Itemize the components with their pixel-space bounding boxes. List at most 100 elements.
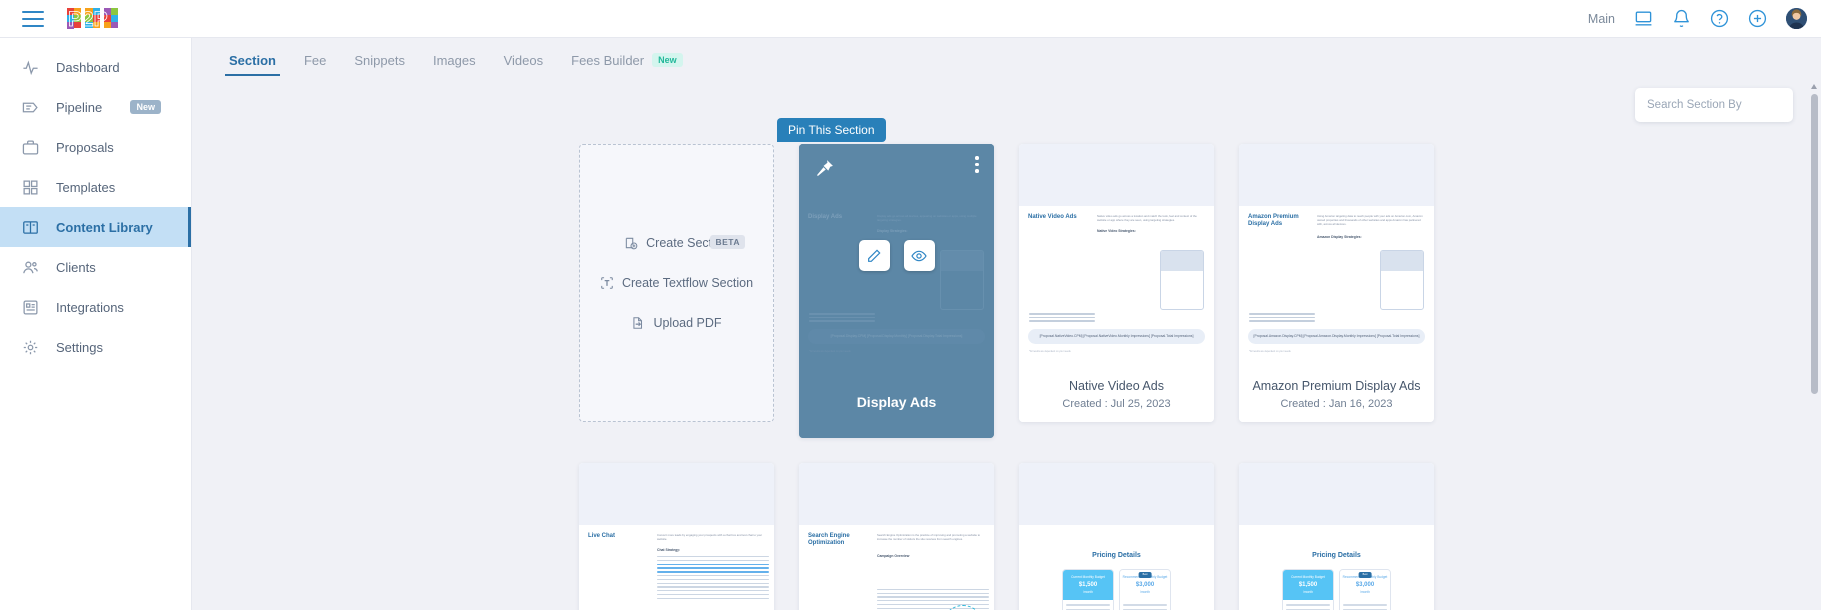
sidebar-item-content-library[interactable]: Content Library — [0, 207, 191, 247]
tab-fee[interactable]: Fee — [290, 53, 340, 76]
pricing-recommended-value: $3,000 — [1135, 581, 1155, 588]
section-card-body[interactable]: Pricing Details Current Monthly Budget $… — [1019, 463, 1214, 610]
section-card-pricing-details-1[interactable]: Pricing Details Current Monthly Budget $… — [1019, 463, 1214, 610]
app-root: P2P Main Dashboard Pipeline New Proposal… — [0, 0, 1821, 610]
pricing-recommended-unit: /month — [1140, 590, 1150, 595]
sidebar-item-pipeline[interactable]: Pipeline New — [0, 87, 191, 127]
thumb-subheading: Chat Strategy: — [657, 548, 681, 553]
thumb-metrics-pill: [Proposal.Amazon.Display.CPM] [Proposal.… — [1248, 329, 1425, 344]
more-options-icon[interactable] — [975, 156, 979, 173]
section-card-body[interactable]: Search Engine Optimization Search Engine… — [799, 463, 994, 610]
bell-icon[interactable] — [1672, 9, 1691, 28]
section-thumbnail: Pricing Details Current Monthly Budget $… — [1239, 463, 1434, 610]
pricing-card-current: Current Monthly Budget $1,500 /month — [1062, 569, 1114, 610]
thumb-note: *All results are dependent on your needs… — [1029, 350, 1072, 353]
sidebar-item-proposals[interactable]: Proposals — [0, 127, 191, 167]
thumb-note: *All results are dependent on your needs… — [1249, 350, 1292, 353]
create-textflow-button[interactable]: Create Textflow Section — [600, 276, 753, 290]
tab-fees-builder[interactable]: Fees Builder New — [557, 52, 697, 76]
thumbnail-header-band — [1019, 463, 1214, 525]
section-card-body[interactable]: Pricing Details Current Monthly Budget $… — [1239, 463, 1434, 610]
thumb-subheading: Campaign Overview — [877, 553, 910, 558]
tab-videos[interactable]: Videos — [490, 53, 558, 76]
sidebar-item-templates[interactable]: Templates — [0, 167, 191, 207]
activity-icon — [22, 59, 39, 76]
sidebar-item-dashboard[interactable]: Dashboard — [0, 47, 191, 87]
section-card-display-ads[interactable]: Pin This Section Display Ads Display ads… — [777, 118, 994, 438]
thumbnail-header-band — [1239, 144, 1434, 206]
thumbnail-header-band — [1239, 463, 1434, 525]
edit-button[interactable] — [858, 240, 890, 271]
section-card-native-video-ads[interactable]: Native Video Ads Native video ads go acr… — [1019, 144, 1214, 438]
sidebar-item-settings[interactable]: Settings — [0, 327, 191, 367]
vertical-scrollbar[interactable] — [1810, 82, 1819, 610]
thumb-bullets — [657, 556, 769, 600]
scroll-up-arrow-icon[interactable] — [1811, 84, 1817, 89]
sidebar-item-label: Dashboard — [56, 59, 120, 75]
beta-badge: BETA — [710, 235, 745, 249]
svg-text:P2P: P2P — [68, 8, 108, 31]
section-card-footer: Native Video Ads Created : Jul 25, 2023 — [1019, 366, 1214, 422]
help-icon[interactable] — [1710, 9, 1729, 28]
plus-icon[interactable] — [1748, 9, 1767, 28]
textflow-icon — [600, 276, 614, 290]
workspace-label[interactable]: Main — [1588, 12, 1615, 26]
pricing-card-recommended: Best Recommended Monthly Budget $3,000 /… — [1339, 569, 1391, 610]
pricing-card-group: Current Monthly Budget $1,500 /month Bes… — [1248, 569, 1425, 610]
tab-section[interactable]: Section — [215, 53, 290, 76]
pricing-current-label: Current Monthly Budget — [1071, 575, 1105, 580]
tab-snippets[interactable]: Snippets — [340, 53, 419, 76]
thumbnail-document: Amazon Premium Display Ads Using Amazon … — [1239, 206, 1434, 366]
upload-pdf-icon — [631, 316, 645, 330]
tab-badge-new: New — [652, 52, 683, 67]
thumbnail-document: Pricing Details Current Monthly Budget $… — [1019, 525, 1214, 610]
thumb-ad-box — [1380, 250, 1424, 310]
section-card-body[interactable]: Amazon Premium Display Ads Using Amazon … — [1239, 144, 1434, 422]
thumb-heading: Native Video Ads — [1028, 214, 1077, 220]
pricing-best-tag: Best — [1138, 572, 1152, 578]
scrollbar-thumb[interactable] — [1811, 94, 1818, 394]
tab-label: Videos — [503, 53, 544, 68]
thumb-subheading: Amazon Display Strategies: — [1317, 234, 1362, 239]
avatar[interactable] — [1786, 8, 1807, 29]
top-bar: P2P Main — [0, 0, 1821, 38]
section-card-body[interactable]: Native Video Ads Native video ads go acr… — [1019, 144, 1214, 422]
pricing-card-group: Current Monthly Budget $1,500 /month Bes… — [1028, 569, 1205, 610]
tab-images[interactable]: Images — [419, 53, 490, 76]
section-card-amazon-premium-display-ads[interactable]: Amazon Premium Display Ads Using Amazon … — [1239, 144, 1434, 438]
book-icon — [22, 219, 39, 236]
pin-icon[interactable] — [815, 158, 835, 178]
monitor-icon[interactable] — [1634, 9, 1653, 28]
hamburger-icon[interactable] — [22, 10, 44, 27]
thumb-heading: Live Chat — [588, 533, 616, 539]
pricing-heading: Pricing Details — [1312, 552, 1361, 559]
tab-label: Images — [432, 53, 476, 68]
upload-pdf-label: Upload PDF — [653, 316, 722, 330]
sections-grid: Create Section BETA Create Textflow Sect… — [192, 82, 1803, 610]
thumb-heading: Search Engine Optimization — [808, 533, 850, 546]
sidebar-item-label: Proposals — [56, 139, 114, 155]
section-created-date: Created : Jan 16, 2023 — [1280, 397, 1393, 410]
upload-pdf-button[interactable]: Upload PDF — [631, 316, 722, 330]
sidebar: Dashboard Pipeline New Proposals Templat… — [0, 38, 192, 610]
thumb-paragraph: Native video ads go across a location an… — [1097, 214, 1197, 223]
section-card-search-engine-optimization[interactable]: Search Engine Optimization Search Engine… — [799, 463, 994, 610]
section-card-pricing-details-2[interactable]: Pricing Details Current Monthly Budget $… — [1239, 463, 1434, 610]
thumb-metrics-pill: [Proposal.NativeVideo.CPM] [Proposal.Nat… — [1028, 329, 1205, 344]
thumb-subheading: Native Video Strategies: — [1097, 229, 1136, 234]
section-thumbnail: Amazon Premium Display Ads Using Amazon … — [1239, 144, 1434, 366]
users-icon — [22, 259, 39, 276]
section-card-live-chat[interactable]: Live Chat Convert more leads by engaging… — [579, 463, 774, 610]
preview-button[interactable] — [903, 240, 935, 271]
section-card-body[interactable]: Display Ads Display ads go across all de… — [799, 144, 994, 438]
thumbnail-document: Live Chat Convert more leads by engaging… — [579, 525, 774, 610]
sidebar-item-label: Integrations — [56, 299, 124, 315]
section-title: Native Video Ads — [1069, 378, 1164, 393]
sidebar-item-integrations[interactable]: Integrations — [0, 287, 191, 327]
thumb-heading: Amazon Premium Display Ads — [1248, 214, 1299, 227]
sidebar-item-clients[interactable]: Clients — [0, 247, 191, 287]
gear-icon — [22, 339, 39, 356]
search-input[interactable] — [1635, 88, 1793, 122]
p2p-logo[interactable]: P2P — [66, 4, 122, 34]
section-card-body[interactable]: Live Chat Convert more leads by engaging… — [579, 463, 774, 610]
